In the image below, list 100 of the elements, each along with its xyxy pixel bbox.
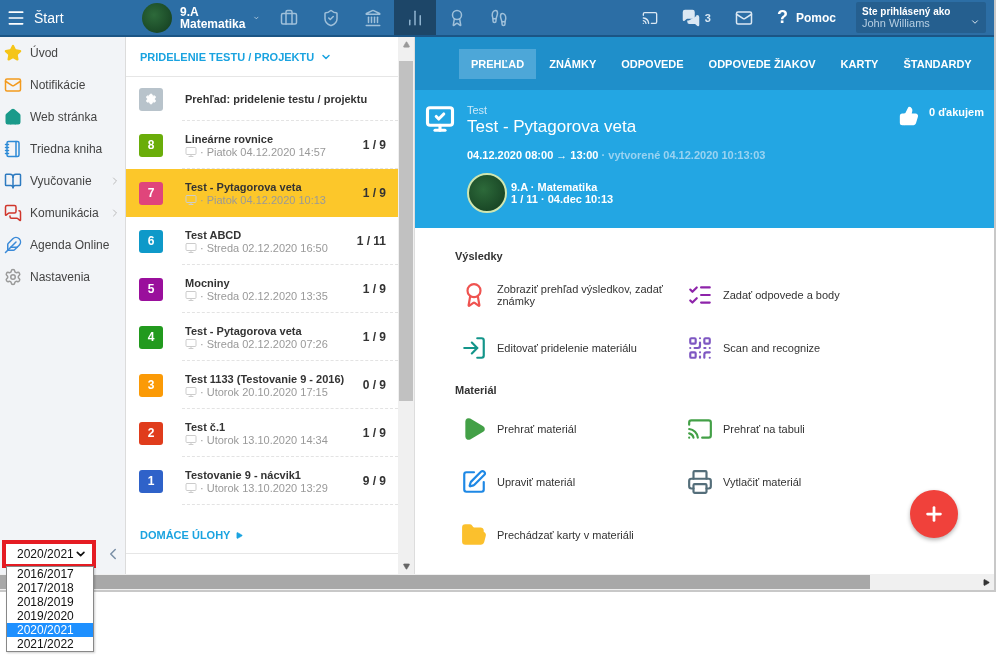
plus-icon: [923, 503, 945, 525]
year-option[interactable]: 2016/2017: [7, 567, 93, 581]
item-title: Mocniny: [185, 276, 231, 289]
building-icon: [364, 8, 382, 27]
monitor-check-icon: [425, 104, 455, 134]
score: 0 / 9: [362, 378, 386, 392]
action-link[interactable]: Zobraziť prehľad výsledkov, zadať známky: [455, 268, 681, 321]
sidebar-item[interactable]: Triedna kniha: [0, 133, 125, 165]
number-badge: 3: [139, 373, 163, 397]
score: 1 / 9: [362, 426, 386, 440]
cast-icon: [641, 9, 658, 26]
thumbs-up-icon: [899, 106, 919, 126]
mail-icon: [735, 8, 753, 27]
up-arrow-icon[interactable]: [402, 41, 410, 48]
number-badge: 2: [139, 421, 163, 445]
down-arrow-icon[interactable]: [402, 563, 410, 570]
tab[interactable]: ODPOVEDE ŽIAKOV: [696, 48, 828, 79]
monitor-icon: [185, 385, 197, 398]
score: 1 / 11: [356, 234, 386, 248]
monitor-icon: [185, 433, 197, 446]
item-title: Prehľad: pridelenie testu / projektu: [185, 93, 369, 105]
item-title: Lineárne rovnice: [185, 132, 275, 145]
notebook-icon: [4, 140, 22, 158]
book-icon: [4, 172, 22, 190]
section-title: Materiál: [455, 384, 498, 396]
item-heading: Test - Pytagorova veta: [467, 117, 638, 137]
year-select[interactable]: 2020/2021: [9, 545, 89, 563]
score: 1 / 9: [362, 330, 386, 344]
sidebar-item[interactable]: Notifikácie: [0, 69, 125, 101]
monitor-icon: [185, 337, 197, 350]
monitor-icon: [185, 241, 197, 254]
number-badge: 8: [139, 133, 163, 157]
user-menu[interactable]: Ste prihlásený ako John Williams: [856, 2, 986, 33]
folder-icon: [461, 521, 487, 548]
sidebar-item[interactable]: Úvod: [0, 37, 125, 69]
item-type: Test: [467, 104, 489, 116]
action-link[interactable]: Prechádzať karty v materiáli: [455, 508, 681, 561]
class-info: 9.A · Matematika 1 / 11 · 04.dec 10:13: [511, 181, 614, 205]
section-title: Výsledky: [455, 250, 504, 262]
enter-icon: [461, 334, 487, 361]
footprints-icon: [490, 8, 508, 27]
action-link[interactable]: Vytlačiť materiál: [681, 455, 901, 508]
shield-icon: [322, 8, 340, 27]
mail-icon: [4, 76, 22, 94]
nav-tab[interactable]: [394, 0, 436, 35]
right-arrow-icon[interactable]: [983, 578, 990, 586]
score: 1 / 9: [362, 138, 386, 152]
item-date: · Piatok 04.12.2020 14:57: [200, 145, 326, 158]
number-badge: 6: [139, 229, 163, 253]
item-date: · Streda 02.12.2020 16:50: [200, 241, 328, 254]
sidebar-item[interactable]: Agenda Online: [0, 229, 125, 261]
vertical-scrollbar[interactable]: [398, 37, 414, 574]
item-title: Testovanie 9 - nácvik1: [185, 468, 302, 481]
item-title: Test - Pytagorova veta: [185, 324, 303, 337]
tab[interactable]: ŠTANDARDY: [891, 48, 984, 79]
monitor-icon: [185, 289, 197, 302]
home-icon: [4, 108, 22, 126]
number-badge: 7: [139, 181, 163, 205]
action-link[interactable]: Upraviť materiál: [455, 455, 681, 508]
action-link[interactable]: Scan and recognize: [681, 321, 901, 374]
messages-button[interactable]: 3: [669, 0, 723, 35]
qr-code-icon: [687, 334, 713, 361]
year-option[interactable]: 2017/2018: [7, 581, 93, 595]
start-menu-button[interactable]: Štart: [0, 0, 134, 35]
item-date: · Utorok 13.10.2020 14:34: [200, 433, 328, 446]
tab[interactable]: KARTY: [828, 48, 891, 79]
settings-icon: [145, 93, 157, 105]
sidebar-item[interactable]: Vyučovanie: [0, 165, 125, 197]
action-link[interactable]: Prehrať materiál: [455, 402, 681, 455]
sidebar-item[interactable]: Nastavenia: [0, 261, 125, 293]
year-option[interactable]: 2021/2022: [7, 637, 93, 651]
star-icon: [4, 44, 22, 62]
sidebar-item[interactable]: Web stránka: [0, 101, 125, 133]
help-button[interactable]: ? Pomoc: [765, 0, 848, 35]
year-option[interactable]: 2019/2020: [7, 609, 93, 623]
action-link[interactable]: Prehrať na tabuli: [681, 402, 901, 455]
class-selector[interactable]: 9.A Matematika: [134, 0, 268, 35]
feather-icon: [4, 236, 22, 254]
edit-icon: [461, 468, 487, 495]
action-link[interactable]: Editovať pridelenie materiálu: [455, 321, 681, 374]
list-item[interactable]: 7 Test - Pytagorova veta · Piatok 04.12.2020 10:13 1 / 9: [126, 169, 398, 217]
item-date: · Piatok 04.12.2020 10:13: [200, 193, 326, 206]
action-link[interactable]: Zadať odpovede a body: [681, 268, 901, 321]
printer-icon: [687, 468, 713, 495]
number-badge: 4: [139, 325, 163, 349]
class-avatar: [467, 173, 507, 213]
item-date: · Streda 02.12.2020 13:35: [200, 289, 328, 302]
year-option[interactable]: 2018/2019: [7, 595, 93, 609]
caret-icon: [236, 531, 244, 539]
tab[interactable]: ZNÁMKY: [537, 48, 609, 79]
bar-chart-icon: [406, 8, 424, 27]
caret-icon: [970, 17, 980, 27]
sidebar-item[interactable]: Komunikácia: [0, 197, 125, 229]
add-button[interactable]: [910, 490, 958, 538]
score: 9 / 9: [362, 474, 386, 488]
score: 1 / 9: [362, 282, 386, 296]
tab[interactable]: ODPOVEDE: [609, 48, 696, 79]
settings-icon: [4, 268, 22, 286]
item-title: Test ABCD: [185, 228, 243, 241]
monitor-icon: [185, 193, 197, 206]
